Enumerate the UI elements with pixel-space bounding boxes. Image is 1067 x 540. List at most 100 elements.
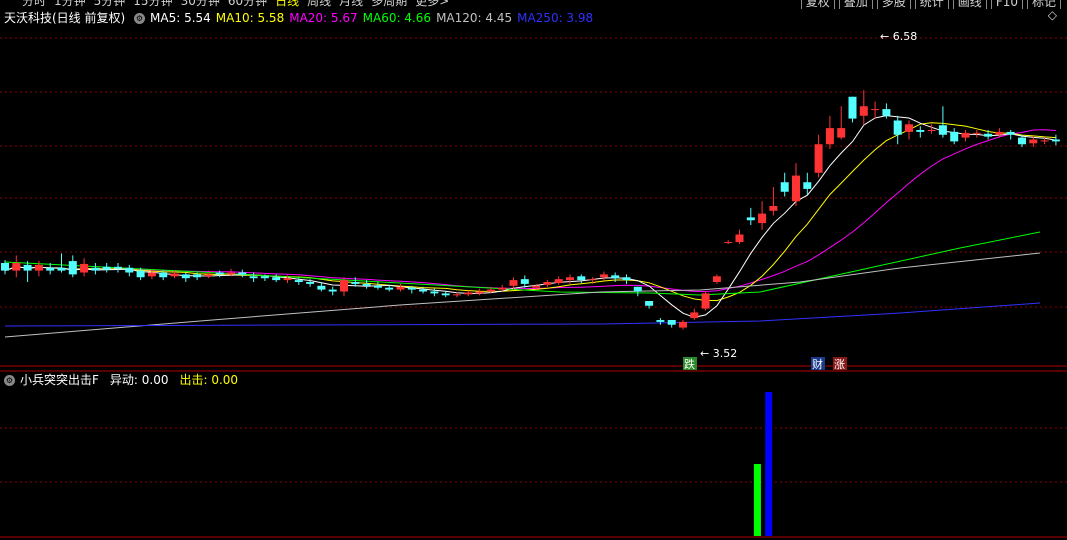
candle-body [803, 182, 812, 189]
candle-body [905, 124, 913, 132]
candle-body [792, 175, 800, 202]
candle-body [690, 312, 699, 319]
candle-body [328, 289, 337, 292]
candle-body [453, 294, 461, 296]
candle-body [249, 276, 258, 279]
indicator-legend: ⚙ 小兵突突出击F 异动: 0.00 出击: 0.00 [4, 372, 248, 388]
candle-body [927, 130, 936, 131]
candle-body [419, 289, 428, 292]
candle-body [385, 287, 394, 290]
candle-body [80, 263, 89, 273]
candle-body [498, 287, 507, 290]
candle-body [814, 144, 823, 173]
candle-body [972, 132, 981, 134]
candle-body [351, 282, 360, 284]
candle-body [441, 293, 450, 296]
candle-body [780, 182, 789, 192]
candle-body [1029, 139, 1038, 144]
indicator-field: 异动: 0.00 [109, 373, 169, 387]
candle-body [667, 320, 676, 325]
candle-body [1051, 139, 1060, 142]
price-chart[interactable]: ← 6.58 ← 3.52 跌 财涨 [0, 0, 1067, 540]
candle-body [758, 213, 767, 224]
candle-body [611, 275, 620, 279]
low-price-label: ← 3.52 [700, 347, 737, 360]
marker-label: 涨 [834, 358, 845, 371]
ma250-line [4, 302, 1041, 327]
candle-body [746, 217, 755, 221]
candle-body [735, 234, 744, 243]
candle-body [193, 274, 202, 278]
candle-body [340, 280, 348, 292]
ma20-line [4, 129, 1056, 293]
candle-body [294, 280, 303, 282]
candle-body [238, 272, 247, 275]
candle-body [147, 272, 156, 277]
candle-body [125, 267, 134, 273]
candle-body [12, 263, 21, 271]
candle-body [701, 293, 710, 309]
candle-body [712, 276, 721, 282]
candle-body [272, 277, 281, 281]
candle-body [961, 132, 970, 138]
candle-body [114, 266, 122, 269]
candle-body [520, 279, 529, 284]
candle-body [984, 133, 993, 137]
indicator-bar [765, 392, 773, 536]
candle-body [554, 279, 563, 283]
candle-body [396, 286, 405, 290]
candle-body [68, 261, 77, 275]
candle-body [1018, 137, 1026, 145]
marker-label: 跌 [684, 357, 695, 371]
candle-body [577, 276, 586, 281]
candle-body [204, 274, 213, 277]
indicator-fields: 异动: 0.00 出击: 0.00 [104, 373, 243, 387]
candle-body [362, 283, 371, 286]
indicator-name[interactable]: 小兵突突出击F [20, 373, 99, 387]
candle-body [950, 131, 959, 142]
candle-body [464, 292, 473, 295]
candle-body [430, 291, 439, 294]
indicator-bar [753, 464, 761, 536]
candle-body [1, 263, 9, 271]
candle-body [23, 264, 32, 271]
candle-body [859, 106, 868, 116]
candle-body [938, 125, 947, 135]
candle-body [848, 96, 857, 119]
candle-body [283, 278, 292, 281]
candle-body [588, 279, 597, 281]
candle-body [995, 131, 1004, 135]
candle-body [633, 286, 642, 292]
candle-body [679, 321, 687, 328]
candle-body [893, 120, 902, 135]
candle-body [645, 301, 654, 306]
candle-body [407, 287, 416, 290]
ma60-line [4, 231, 1041, 296]
candle-body [543, 282, 552, 285]
candle-body [825, 128, 834, 145]
candle-body [509, 280, 518, 286]
candle-body [317, 285, 326, 290]
candle-body [837, 128, 846, 138]
indicator-settings-icon[interactable]: ⚙ [4, 375, 15, 386]
candle-body [46, 267, 55, 271]
high-price-label: ← 6.58 [880, 30, 917, 43]
candle-body [306, 282, 315, 284]
candle-body [769, 206, 778, 211]
candle-body [227, 272, 235, 275]
candle-body [532, 285, 541, 288]
candle-body [373, 285, 382, 288]
candle-body [475, 291, 484, 294]
marker-label: 财 [812, 357, 823, 371]
candle-body [260, 276, 269, 279]
candle-body [136, 270, 145, 278]
candle-body [215, 272, 224, 275]
candle-body [1006, 131, 1015, 135]
candle-body [916, 130, 925, 132]
candle-body [91, 267, 100, 271]
candle-body [57, 267, 66, 271]
candle-body [622, 277, 631, 281]
candle-body [566, 277, 574, 281]
candle-body [724, 242, 733, 244]
candle-body [181, 274, 190, 279]
